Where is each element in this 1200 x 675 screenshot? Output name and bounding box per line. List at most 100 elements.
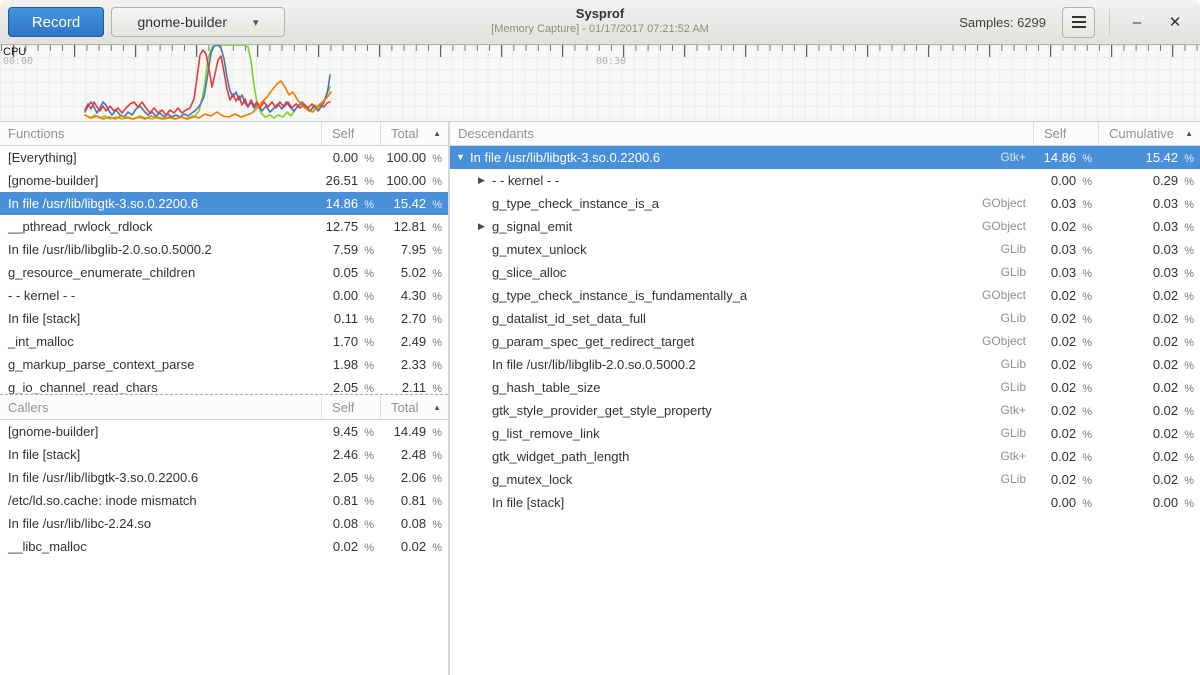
caller-row[interactable]: /etc/ld.so.cache: inode mismatch0.81 %0.… <box>0 489 448 512</box>
caller-row[interactable]: In file /usr/lib/libc-2.24.so0.08 %0.08 … <box>0 512 448 535</box>
symbol-name: g_markup_parse_context_parse <box>0 353 321 376</box>
percent-sign: % <box>361 176 374 188</box>
descendant-row[interactable]: In file [stack]0.00 %0.00 % <box>450 491 1200 514</box>
descendant-row[interactable]: ▶g_signal_emitGObject0.02 %0.03 % <box>450 215 1200 238</box>
descendant-row[interactable]: g_hash_table_sizeGLib0.02 %0.02 % <box>450 376 1200 399</box>
descendant-row[interactable]: g_type_check_instance_is_fundamentally_a… <box>450 284 1200 307</box>
expander-expanded-icon[interactable]: ▼ <box>456 146 470 169</box>
self-value: 0.00 % <box>321 284 380 307</box>
column-header-cumulative[interactable]: Cumulative ▲ <box>1098 122 1200 145</box>
descendant-row[interactable]: g_type_check_instance_is_aGObject0.03 %0… <box>450 192 1200 215</box>
function-row[interactable]: [gnome-builder]26.51 %100.00 % <box>0 169 448 192</box>
record-button[interactable]: Record <box>8 7 104 37</box>
descendant-row[interactable]: gtk_style_provider_get_style_propertyGtk… <box>450 399 1200 422</box>
self-value: 0.02 % <box>1033 399 1098 422</box>
column-header-descendants[interactable]: Descendants <box>450 122 1033 145</box>
function-row[interactable]: In file /usr/lib/libglib-2.0.so.0.5000.2… <box>0 238 448 261</box>
function-row[interactable]: __pthread_rwlock_rdlock12.75 %12.81 % <box>0 215 448 238</box>
descendant-row[interactable]: ▶- - kernel - -0.00 %0.29 % <box>450 169 1200 192</box>
caller-row[interactable]: In file [stack]2.46 %2.48 % <box>0 443 448 466</box>
symbol-label: _int_malloc <box>8 330 74 353</box>
tree-indent <box>456 203 478 204</box>
total-value: 7.95 % <box>380 238 448 261</box>
function-row[interactable]: g_markup_parse_context_parse1.98 %2.33 % <box>0 353 448 376</box>
cpu-red-line <box>85 50 330 115</box>
minimize-button[interactable]: – <box>1122 7 1152 37</box>
symbol-name: ▶g_signal_emitGObject <box>450 215 1033 238</box>
library-tag: Gtk+ <box>1000 399 1033 422</box>
symbol-label: In file /usr/lib/libgtk-3.so.0.2200.6 <box>8 466 198 489</box>
percent-sign: % <box>429 450 442 462</box>
symbol-name: ▶- - kernel - - <box>450 169 1033 192</box>
self-value: 1.98 % <box>321 353 380 376</box>
symbol-name: [gnome-builder] <box>0 169 321 192</box>
column-header-self[interactable]: Self <box>321 122 380 145</box>
column-header-functions[interactable]: Functions <box>0 122 321 145</box>
column-header-self[interactable]: Self <box>1033 122 1098 145</box>
expander-collapsed-icon[interactable]: ▶ <box>478 169 492 192</box>
total-value: 0.08 % <box>380 512 448 535</box>
symbol-name: __libc_malloc <box>0 535 321 558</box>
symbol-name: In file [stack] <box>0 443 321 466</box>
percent-sign: % <box>361 245 374 257</box>
caller-row[interactable]: [gnome-builder]9.45 %14.49 % <box>0 420 448 443</box>
total-value: 0.02 % <box>1098 330 1200 353</box>
functions-header-row: Functions Self Total ▲ <box>0 122 448 146</box>
function-row[interactable]: In file /usr/lib/libgtk-3.so.0.2200.614.… <box>0 192 448 215</box>
caller-row[interactable]: __libc_malloc0.02 %0.02 % <box>0 535 448 558</box>
descendant-row[interactable]: In file /usr/lib/libglib-2.0.so.0.5000.2… <box>450 353 1200 376</box>
percent-sign: % <box>361 519 374 531</box>
tree-indent <box>456 272 478 273</box>
self-value: 0.02 % <box>1033 468 1098 491</box>
cpu-timeline[interactable]: CPU 00:00 00:30 <box>0 45 1200 122</box>
function-row[interactable]: In file [stack]0.11 %2.70 % <box>0 307 448 330</box>
percent-sign: % <box>1181 452 1194 464</box>
close-button[interactable]: ✕ <box>1160 7 1190 37</box>
total-value: 2.11 % <box>380 376 448 394</box>
library-tag: GLib <box>1001 376 1033 399</box>
library-tag: GObject <box>982 284 1033 307</box>
descendant-row[interactable]: g_list_remove_linkGLib0.02 %0.02 % <box>450 422 1200 445</box>
symbol-label: In file [stack] <box>492 491 564 514</box>
library-tag: GLib <box>1001 307 1033 330</box>
total-value: 0.02 % <box>380 535 448 558</box>
function-row[interactable]: _int_malloc1.70 %2.49 % <box>0 330 448 353</box>
symbol-name: g_mutex_lockGLib <box>450 468 1033 491</box>
descendant-row[interactable]: g_mutex_unlockGLib0.03 %0.03 % <box>450 238 1200 261</box>
symbol-name: In file [stack] <box>0 307 321 330</box>
percent-sign: % <box>429 337 442 349</box>
descendant-row[interactable]: g_mutex_lockGLib0.02 %0.02 % <box>450 468 1200 491</box>
hamburger-menu-icon <box>1072 16 1086 28</box>
percent-sign: % <box>1079 222 1092 234</box>
column-header-self[interactable]: Self <box>321 396 380 419</box>
total-value: 12.81 % <box>380 215 448 238</box>
descendant-row[interactable]: g_slice_allocGLib0.03 %0.03 % <box>450 261 1200 284</box>
function-row[interactable]: g_io_channel_read_chars2.05 %2.11 % <box>0 376 448 394</box>
descendant-row[interactable]: gtk_widget_path_lengthGtk+0.02 %0.02 % <box>450 445 1200 468</box>
column-header-callers[interactable]: Callers <box>0 396 321 419</box>
symbol-name: g_hash_table_sizeGLib <box>450 376 1033 399</box>
menu-button[interactable] <box>1062 7 1095 38</box>
column-header-total[interactable]: Total ▲ <box>380 122 448 145</box>
descendant-row[interactable]: g_param_spec_get_redirect_targetGObject0… <box>450 330 1200 353</box>
descendant-row[interactable]: g_datalist_id_set_data_fullGLib0.02 %0.0… <box>450 307 1200 330</box>
symbol-label: g_mutex_lock <box>492 468 572 491</box>
samples-count: Samples: 6299 <box>959 15 1046 30</box>
function-row[interactable]: - - kernel - -0.00 %4.30 % <box>0 284 448 307</box>
column-header-total[interactable]: Total ▲ <box>380 396 448 419</box>
symbol-name: gtk_style_provider_get_style_propertyGtk… <box>450 399 1033 422</box>
percent-sign: % <box>361 450 374 462</box>
percent-sign: % <box>1181 383 1194 395</box>
symbol-label: g_resource_enumerate_children <box>8 261 195 284</box>
symbol-label: /etc/ld.so.cache: inode mismatch <box>8 489 197 512</box>
symbol-name: - - kernel - - <box>0 284 321 307</box>
expander-collapsed-icon[interactable]: ▶ <box>478 215 492 238</box>
descendant-row[interactable]: ▼In file /usr/lib/libgtk-3.so.0.2200.6Gt… <box>450 146 1200 169</box>
symbol-label: g_signal_emit <box>492 215 572 238</box>
caller-row[interactable]: In file /usr/lib/libgtk-3.so.0.2200.62.0… <box>0 466 448 489</box>
percent-sign: % <box>361 291 374 303</box>
percent-sign: % <box>1079 383 1092 395</box>
function-row[interactable]: g_resource_enumerate_children0.05 %5.02 … <box>0 261 448 284</box>
process-selector-dropdown[interactable]: gnome-builder ▾ <box>111 7 285 37</box>
function-row[interactable]: [Everything]0.00 %100.00 % <box>0 146 448 169</box>
